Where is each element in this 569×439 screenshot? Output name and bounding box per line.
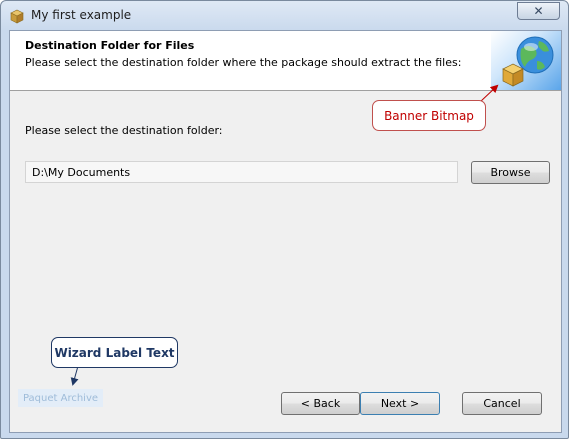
wizard-label-callout: Wizard Label Text [51,337,178,368]
annotation-arrows [70,84,499,386]
banner-bitmap-callout: Banner Bitmap [372,100,486,131]
wizard-callout-arrow [70,365,79,386]
banner-callout-arrow [479,84,499,103]
